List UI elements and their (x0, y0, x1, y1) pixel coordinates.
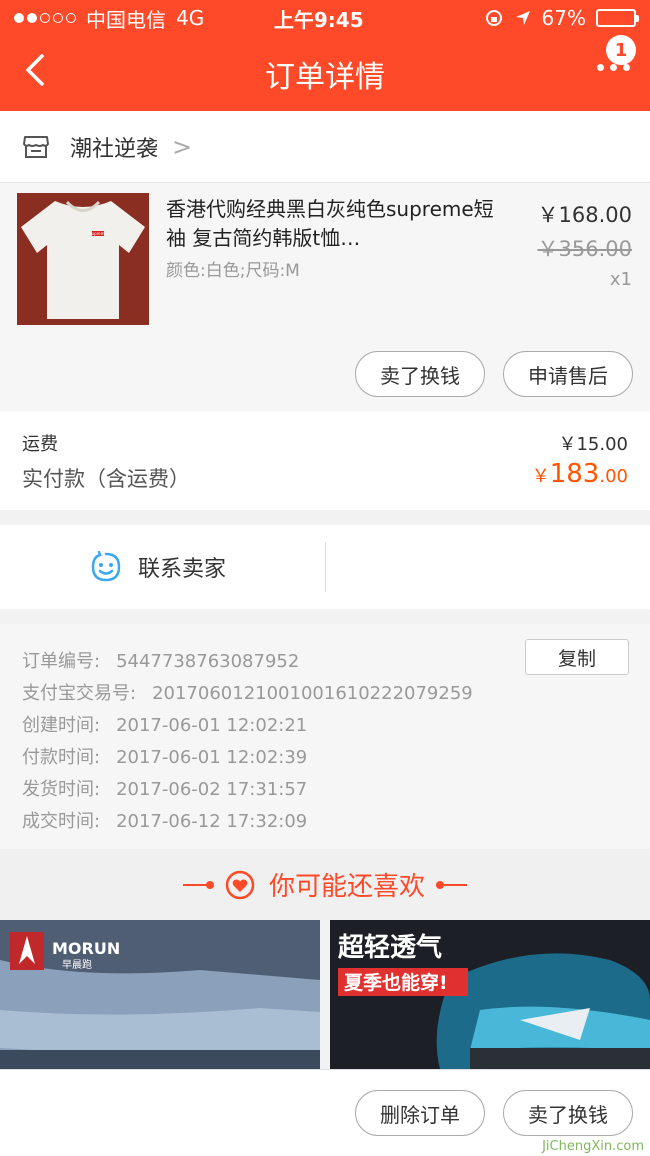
recommend-card-shoes[interactable]: 超轻透气 夏季也能穿! (330, 920, 650, 1069)
recommend-title: 你可能还喜欢 (268, 872, 425, 902)
battery-icon (596, 9, 639, 27)
status-bar: 中国电信 4G 上午9:45 67% (0, 0, 650, 36)
order-info-key: 订单编号: (22, 651, 101, 672)
shop-row[interactable]: 潮社逆袭 > (0, 111, 650, 183)
card1-sub: 早晨跑 (62, 958, 92, 971)
location-icon (515, 11, 530, 25)
order-info-key: 付款时间: (22, 747, 101, 768)
sell-button-bottom[interactable]: 卖了换钱 (503, 1090, 633, 1136)
bottom-action-bar: 删除订单 卖了换钱 JiChengXin.com (0, 1069, 650, 1156)
after-sale-button[interactable]: 申请售后 (503, 351, 633, 397)
order-info-value: 2017-06-02 17:31:57 (116, 779, 308, 800)
shop-name: 潮社逆袭 (70, 136, 159, 162)
divider (325, 542, 326, 592)
paid-currency: ￥ (531, 466, 550, 487)
signal-icon (14, 13, 76, 23)
rotation-lock-icon (485, 10, 502, 26)
message-badge: 1 (606, 35, 636, 65)
product-title[interactable]: 香港代购经典黑白灰纯色supreme短袖 复古简约韩版t恤… (166, 195, 506, 253)
order-info-key: 创建时间: (22, 715, 101, 736)
contact-section: 联系卖家 (0, 525, 650, 609)
nav-bar: 订单详情 1 (0, 35, 650, 111)
order-info-row: 支付宝交易号: 2017060121001001610222079259 (22, 679, 473, 705)
product-original-price: ￥356.00 (537, 237, 632, 261)
product-price: ￥168.00 (537, 203, 632, 227)
decor-line-right (436, 880, 467, 889)
chevron-right-icon: > (172, 132, 193, 161)
product-spec: 颜色:白色;尺码:M (166, 261, 300, 281)
product-quantity: x1 (609, 269, 632, 290)
page-title: 订单详情 (265, 59, 385, 95)
product-item[interactable]: Supreme 香港代购经典黑白灰纯色supreme短袖 复古简约韩版t恤… 颜… (0, 183, 650, 411)
contact-seller-label: 联系卖家 (138, 557, 227, 582)
heart-icon (225, 870, 255, 899)
contact-seller-button[interactable]: 联系卖家 (90, 551, 226, 583)
copy-button[interactable]: 复制 (525, 639, 629, 675)
order-info-value: 2017060121001001610222079259 (152, 683, 473, 704)
chat-icon (91, 551, 121, 582)
order-info-row: 付款时间: 2017-06-01 12:02:39 (22, 743, 307, 769)
order-info: 订单编号: 5447738763087952 支付宝交易号: 20170601210… (0, 624, 650, 849)
card1-brand: MORUN (52, 939, 120, 958)
paid-integer: 183 (549, 459, 600, 489)
back-icon[interactable] (18, 50, 58, 90)
fee-summary: 运费 ￥15.00 实付款（含运费） ￥183.00 (0, 411, 650, 510)
product-logo-text: Supreme (89, 231, 108, 236)
delete-order-button[interactable]: 删除订单 (355, 1090, 485, 1136)
recommend-header: 你可能还喜欢 (0, 849, 650, 920)
card2-title: 超轻透气 (338, 932, 442, 963)
status-time: 上午9:45 (273, 7, 364, 32)
more-icon[interactable] (597, 64, 630, 71)
order-info-row: 成交时间: 2017-06-12 17:32:09 (22, 807, 307, 833)
paid-decimal: .00 (599, 466, 628, 487)
watermark: JiChengXin.com (542, 1139, 644, 1154)
order-info-key: 成交时间: (22, 811, 101, 832)
product-image[interactable]: Supreme (17, 193, 149, 325)
shipping-label: 运费 (22, 434, 58, 455)
decor-line-left (182, 880, 214, 889)
paid-label: 实付款（含运费） (22, 467, 190, 491)
battery-percent: 67% (541, 6, 586, 30)
sell-button[interactable]: 卖了换钱 (355, 351, 485, 397)
order-info-key: 支付宝交易号: (22, 683, 137, 704)
order-info-value: 2017-06-01 12:02:21 (116, 715, 308, 736)
order-info-value: 5447738763087952 (116, 651, 300, 672)
shipping-value: ￥15.00 (558, 434, 628, 455)
order-info-row: 订单编号: 5447738763087952 (22, 647, 299, 673)
top-bar: 中国电信 4G 上午9:45 67% 订单详情 1 (0, 0, 650, 111)
order-info-row: 创建时间: 2017-06-01 12:02:21 (22, 711, 307, 737)
store-icon (23, 135, 49, 158)
recommend-card-jeans[interactable]: MORUN 早晨跑 (0, 920, 320, 1069)
order-info-row: 发货时间: 2017-06-02 17:31:57 (22, 775, 307, 801)
card2-sub: 夏季也能穿! (344, 971, 448, 994)
paid-amount: ￥183.00 (532, 459, 628, 489)
order-info-value: 2017-06-12 17:32:09 (116, 811, 308, 832)
order-info-key: 发货时间: (22, 779, 101, 800)
order-info-value: 2017-06-01 12:02:39 (116, 747, 308, 768)
